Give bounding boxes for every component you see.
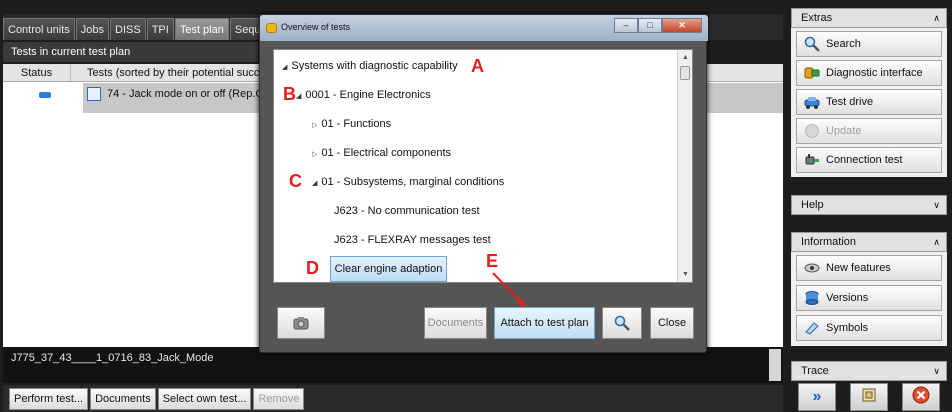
tab-test-plan[interactable]: Test plan <box>174 18 229 40</box>
trace-section-title: Trace <box>801 365 829 377</box>
screen-button[interactable] <box>850 383 888 411</box>
collapse-chevron-icon[interactable]: ∧ <box>933 233 940 251</box>
camera-icon <box>293 317 309 330</box>
bottom-toolbar: Perform test... Documents Select own tes… <box>3 385 783 412</box>
column-header-status[interactable]: Status <box>3 64 71 81</box>
sidebar: Extras ∧ Search Diagnostic interface Tes… <box>791 8 949 412</box>
extras-section-header[interactable]: Extras ∧ <box>791 8 947 28</box>
dialog-documents-button[interactable]: Documents <box>424 307 487 339</box>
information-section-body: New features Versions Symbols <box>791 252 947 346</box>
new-features-button[interactable]: New features <box>796 255 942 281</box>
remove-button[interactable]: Remove <box>253 387 305 410</box>
overview-of-tests-dialog: Overview of tests – □ ✕ ◢ Systems with di… <box>259 14 708 353</box>
tab-jobs[interactable]: Jobs <box>75 18 110 40</box>
tab-diss[interactable]: DISS <box>110 18 146 40</box>
eye-icon <box>804 260 820 276</box>
status-indicator-icon <box>39 92 51 98</box>
expand-chevron-icon[interactable]: ∨ <box>933 362 940 380</box>
versions-button[interactable]: Versions <box>796 285 942 311</box>
tab-tpi[interactable]: TPI <box>146 18 174 40</box>
search-label: Search <box>826 38 861 50</box>
extras-section-title: Extras <box>801 12 833 24</box>
connector-icon <box>804 65 820 81</box>
test-info-text: J775_37_43____1_0716_83_Jack_Mode <box>11 352 214 364</box>
attach-to-test-plan-button[interactable]: Attach to test plan <box>494 307 595 339</box>
extras-section-body: Search Diagnostic interface Test drive U… <box>791 28 947 177</box>
forward-button[interactable]: » <box>798 383 836 411</box>
expand-chevron-icon[interactable]: ∨ <box>933 196 940 214</box>
perform-test-button[interactable]: Perform test... <box>9 387 89 410</box>
double-chevron-right-icon: » <box>812 388 822 405</box>
dialog-search-button[interactable] <box>602 307 642 339</box>
screen-icon <box>861 387 877 408</box>
documents-button[interactable]: Documents <box>90 387 156 410</box>
collapse-chevron-icon[interactable]: ∧ <box>933 9 940 27</box>
car-icon <box>804 94 820 110</box>
table-row-text[interactable]: 74 - Jack mode on or off (Rep.G <box>107 88 264 100</box>
search-button[interactable]: Search <box>796 31 942 57</box>
sidebar-bottom-icons: » <box>791 383 947 412</box>
help-section-title: Help <box>801 199 824 211</box>
information-section-title: Information <box>801 236 857 248</box>
information-section-header[interactable]: Information ∧ <box>791 232 947 252</box>
update-label: Update <box>826 125 862 137</box>
search-icon <box>614 315 630 331</box>
test-drive-label: Test drive <box>826 96 874 108</box>
camera-button[interactable] <box>277 307 325 339</box>
annotation-arrow-icon <box>492 272 526 308</box>
database-icon <box>804 290 820 306</box>
connection-test-label: Connection test <box>826 154 903 166</box>
test-plan-panel-title: Tests in current test plan <box>3 42 258 62</box>
dialog-close-button[interactable]: Close <box>650 307 694 339</box>
symbols-button[interactable]: Symbols <box>796 315 942 341</box>
symbols-icon <box>804 320 820 336</box>
connection-test-button[interactable]: Connection test <box>796 147 942 173</box>
tab-control-units[interactable]: Control units <box>3 18 75 40</box>
update-icon <box>804 123 820 139</box>
diagnostic-interface-label: Diagnostic interface <box>826 67 923 79</box>
update-button[interactable]: Update <box>796 118 942 144</box>
symbols-label: Symbols <box>826 322 869 334</box>
new-features-label: New features <box>826 262 891 274</box>
close-icon <box>912 386 930 409</box>
help-section-header[interactable]: Help ∨ <box>791 195 947 215</box>
test-window-icon <box>87 87 101 101</box>
plug-icon <box>804 152 820 168</box>
exit-button[interactable] <box>902 383 940 411</box>
test-drive-button[interactable]: Test drive <box>796 89 942 115</box>
trace-section-header[interactable]: Trace ∨ <box>791 361 947 381</box>
diagnostic-interface-button[interactable]: Diagnostic interface <box>796 60 942 86</box>
magnifier-icon <box>804 36 820 52</box>
versions-label: Versions <box>826 292 869 304</box>
select-own-test-button[interactable]: Select own test... <box>157 387 252 410</box>
info-scrollbar[interactable] <box>769 349 781 381</box>
